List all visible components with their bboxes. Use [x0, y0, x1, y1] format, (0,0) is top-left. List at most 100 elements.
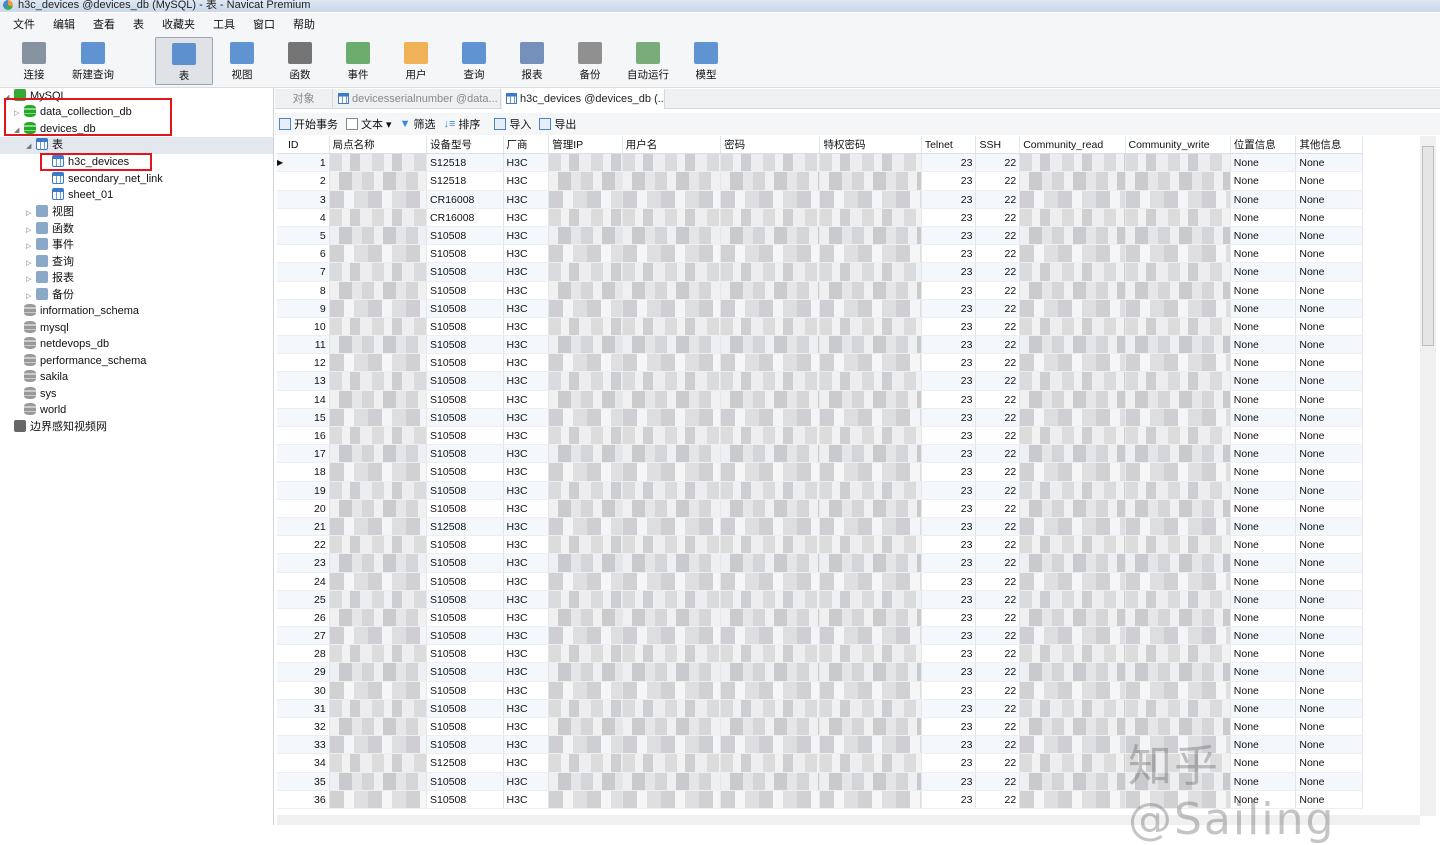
tree-table-item[interactable]: sheet_01 [52, 187, 113, 204]
cell-other[interactable]: None [1296, 245, 1363, 263]
toolbar-button-function[interactable]: 函数 [271, 37, 329, 85]
redacted-cell[interactable] [721, 299, 821, 317]
redacted-cell[interactable] [329, 336, 428, 354]
navigation-tree[interactable]: ◢ MySQL ▷ data_collection_db ◢ devices_db ◢… [0, 88, 274, 825]
redacted-cell[interactable] [820, 317, 922, 336]
redacted-cell[interactable] [721, 681, 821, 699]
cell-model[interactable]: S10508 [427, 427, 504, 445]
redacted-cell[interactable] [622, 554, 722, 572]
toolbar-button-view[interactable]: 视图 [213, 37, 271, 85]
tree-group-item[interactable]: ▷ 备份 [26, 287, 74, 304]
redacted-cell[interactable] [820, 299, 922, 317]
cell-other[interactable]: None [1296, 263, 1363, 281]
column-header[interactable]: ID [285, 136, 330, 154]
cell-model[interactable]: S10508 [427, 481, 504, 499]
table-row[interactable]: 17 S10508 H3C 23 22 None None [277, 445, 1363, 464]
cell-ssh[interactable]: 22 [976, 536, 1021, 554]
cell-id[interactable]: 25 [285, 590, 330, 608]
redacted-cell[interactable] [329, 608, 428, 627]
scrollbar-thumb[interactable] [1422, 146, 1434, 346]
cell-telnet[interactable]: 23 [922, 390, 977, 408]
table-row[interactable]: 7 S10508 H3C 23 22 None None [277, 263, 1363, 282]
cell-location[interactable]: None [1231, 390, 1297, 408]
cell-ssh[interactable]: 22 [976, 208, 1021, 226]
cell-location[interactable]: None [1231, 172, 1297, 190]
redacted-cell[interactable] [1125, 445, 1231, 463]
cell-telnet[interactable]: 23 [922, 681, 977, 699]
cell-vendor[interactable]: H3C [504, 772, 550, 790]
table-row[interactable]: 20 S10508 H3C 23 22 None None [277, 499, 1363, 518]
tree-db-item[interactable]: mysql [24, 320, 69, 337]
redacted-cell[interactable] [1020, 245, 1126, 263]
tree-group-item[interactable]: ▷ 报表 [26, 270, 74, 287]
redacted-cell[interactable] [1020, 481, 1126, 499]
redacted-cell[interactable] [1125, 190, 1231, 208]
vertical-scrollbar[interactable] [1420, 136, 1436, 816]
cell-other[interactable]: None [1296, 699, 1363, 717]
redacted-cell[interactable] [820, 281, 922, 299]
cell-model[interactable]: S10508 [427, 463, 504, 481]
cell-telnet[interactable]: 23 [922, 608, 977, 627]
redacted-cell[interactable] [1020, 736, 1126, 754]
cell-vendor[interactable]: H3C [504, 699, 550, 717]
cell-id[interactable]: 14 [285, 390, 330, 408]
redacted-cell[interactable] [1125, 627, 1231, 645]
cell-ssh[interactable]: 22 [976, 499, 1021, 517]
toolbar-button-connect[interactable]: 连接 [5, 37, 63, 85]
redacted-cell[interactable] [329, 226, 428, 245]
cell-vendor[interactable]: H3C [504, 718, 550, 736]
redacted-cell[interactable] [549, 463, 623, 481]
redacted-cell[interactable] [1125, 554, 1231, 572]
column-header[interactable]: 密码 [721, 136, 821, 154]
redacted-cell[interactable] [622, 699, 722, 717]
cell-telnet[interactable]: 23 [922, 463, 977, 481]
cell-vendor[interactable]: H3C [504, 645, 550, 663]
cell-model[interactable]: S12518 [427, 154, 504, 172]
cell-other[interactable]: None [1296, 554, 1363, 572]
cell-location[interactable]: None [1231, 263, 1297, 281]
redacted-cell[interactable] [1020, 663, 1126, 681]
redacted-cell[interactable] [549, 736, 623, 754]
menu-item[interactable]: 工具 [204, 16, 244, 32]
redacted-cell[interactable] [329, 627, 428, 645]
cell-location[interactable]: None [1231, 627, 1297, 645]
table-row[interactable]: 26 S10508 H3C 23 22 None None [277, 608, 1363, 628]
cell-vendor[interactable]: H3C [504, 790, 550, 808]
redacted-cell[interactable] [1020, 463, 1126, 481]
redacted-cell[interactable] [329, 390, 428, 408]
cell-id[interactable]: 23 [285, 554, 330, 572]
cell-id[interactable]: 8 [285, 281, 330, 299]
redacted-cell[interactable] [1125, 590, 1231, 608]
cell-telnet[interactable]: 23 [922, 627, 977, 645]
cell-id[interactable]: 17 [285, 445, 330, 463]
cell-vendor[interactable]: H3C [504, 517, 550, 536]
cell-model[interactable]: S10508 [427, 299, 504, 317]
redacted-cell[interactable] [1125, 536, 1231, 554]
cell-location[interactable]: None [1231, 554, 1297, 572]
redacted-cell[interactable] [549, 172, 623, 190]
redacted-cell[interactable] [549, 572, 623, 590]
table-row[interactable]: 10 S10508 H3C 23 22 None None [277, 317, 1363, 337]
redacted-cell[interactable] [721, 572, 821, 590]
redacted-cell[interactable] [721, 481, 821, 499]
cell-ssh[interactable]: 22 [976, 390, 1021, 408]
redacted-cell[interactable] [622, 736, 722, 754]
menu-item[interactable]: 帮助 [284, 16, 324, 32]
redacted-cell[interactable] [622, 390, 722, 408]
cell-location[interactable]: None [1231, 663, 1297, 681]
table-row[interactable]: 18 S10508 H3C 23 22 None None [277, 463, 1363, 482]
redacted-cell[interactable] [549, 445, 623, 463]
cell-other[interactable]: None [1296, 627, 1363, 645]
cell-id[interactable]: 36 [285, 790, 330, 808]
cell-other[interactable]: None [1296, 572, 1363, 590]
cell-location[interactable]: None [1231, 354, 1297, 372]
redacted-cell[interactable] [1020, 699, 1126, 717]
redacted-cell[interactable] [820, 208, 922, 226]
table-row[interactable]: 9 S10508 H3C 23 22 None None [277, 299, 1363, 318]
cell-location[interactable]: None [1231, 572, 1297, 590]
cell-telnet[interactable]: 23 [922, 336, 977, 354]
cell-location[interactable]: None [1231, 590, 1297, 608]
table-row[interactable]: 24 S10508 H3C 23 22 None None [277, 572, 1363, 591]
cell-id[interactable]: 35 [285, 772, 330, 790]
cell-other[interactable]: None [1296, 190, 1363, 208]
